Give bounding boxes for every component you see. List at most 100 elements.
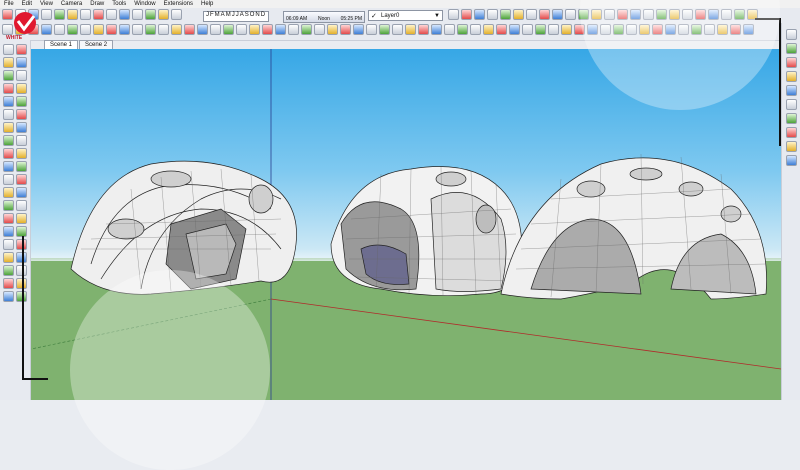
left-tool-icon[interactable]: [16, 83, 27, 94]
toolbar-tool-icon[interactable]: [80, 9, 91, 20]
toolbar-tool-icon[interactable]: [327, 24, 338, 35]
left-tool-icon[interactable]: [16, 148, 27, 159]
left-tool-icon[interactable]: [16, 96, 27, 107]
menu-item-tools[interactable]: Tools: [112, 0, 126, 8]
toolbar-tool-icon[interactable]: [444, 24, 455, 35]
toolbar-tool-icon[interactable]: [132, 9, 143, 20]
toolbar-tool-icon[interactable]: [106, 9, 117, 20]
left-tool-icon[interactable]: [3, 96, 14, 107]
menu-item-window[interactable]: Window: [134, 0, 155, 8]
left-tool-icon[interactable]: [3, 161, 14, 172]
toolbar-tool-icon[interactable]: [457, 24, 468, 35]
toolbar-tool-icon[interactable]: [80, 24, 91, 35]
left-tool-icon[interactable]: [3, 148, 14, 159]
toolbar-tool-icon[interactable]: [552, 9, 563, 20]
toolbar-tool-icon[interactable]: [93, 24, 104, 35]
right-tool-icon[interactable]: [786, 29, 797, 40]
toolbar-tool-icon[interactable]: [500, 9, 511, 20]
toolbar-tool-icon[interactable]: [526, 9, 537, 20]
toolbar-tool-icon[interactable]: [353, 24, 364, 35]
toolbar-tool-icon[interactable]: [448, 9, 459, 20]
toolbar-tool-icon[interactable]: [119, 9, 130, 20]
toolbar-tool-icon[interactable]: [67, 9, 78, 20]
toolbar-tool-icon[interactable]: [93, 9, 104, 20]
left-tool-icon[interactable]: [16, 200, 27, 211]
left-tool-icon[interactable]: [3, 213, 14, 224]
toolbar-tool-icon[interactable]: [474, 9, 485, 20]
left-tool-icon[interactable]: [16, 161, 27, 172]
toolbar-tool-icon[interactable]: [535, 24, 546, 35]
toolbar-tool-icon[interactable]: [54, 24, 65, 35]
toolbar-tool-icon[interactable]: [565, 9, 576, 20]
left-tool-icon[interactable]: [3, 226, 14, 237]
toolbar-tool-icon[interactable]: [561, 24, 572, 35]
left-tool-icon[interactable]: [3, 200, 14, 211]
toolbar-tool-icon[interactable]: [145, 24, 156, 35]
left-tool-icon[interactable]: [3, 291, 14, 302]
left-tool-icon[interactable]: [16, 122, 27, 133]
toolbar-tool-icon[interactable]: [461, 9, 472, 20]
toolbar-tool-icon[interactable]: [509, 24, 520, 35]
toolbar-tool-icon[interactable]: [314, 24, 325, 35]
right-tool-icon[interactable]: [786, 71, 797, 82]
menu-item-camera[interactable]: Camera: [61, 0, 82, 8]
toolbar-tool-icon[interactable]: [67, 24, 78, 35]
left-tool-icon[interactable]: [3, 122, 14, 133]
left-tool-icon[interactable]: [3, 278, 14, 289]
toolbar-tool-icon[interactable]: [379, 24, 390, 35]
toolbar-tool-icon[interactable]: [539, 9, 550, 20]
toolbar-tool-icon[interactable]: [548, 24, 559, 35]
toolbar-tool-icon[interactable]: [522, 24, 533, 35]
left-tool-icon[interactable]: [3, 57, 14, 68]
month-11[interactable]: D: [261, 12, 266, 21]
toolbar-tool-icon[interactable]: [418, 24, 429, 35]
toolbar-tool-icon[interactable]: [487, 9, 498, 20]
toolbar-tool-icon[interactable]: [145, 9, 156, 20]
menu-item-help[interactable]: Help: [201, 0, 213, 8]
left-tool-icon[interactable]: [16, 213, 27, 224]
toolbar-tool-icon[interactable]: [288, 24, 299, 35]
right-tool-icon[interactable]: [786, 99, 797, 110]
toolbar-tool-icon[interactable]: [210, 24, 221, 35]
left-tool-icon[interactable]: [16, 57, 27, 68]
left-tool-icon[interactable]: [3, 109, 14, 120]
toolbar-tool-icon[interactable]: [158, 9, 169, 20]
left-tool-icon[interactable]: [16, 70, 27, 81]
toolbar-tool-icon[interactable]: [392, 24, 403, 35]
toolbar-tool-icon[interactable]: [223, 24, 234, 35]
shadow-month-selector[interactable]: JFMAMJJASOND: [203, 11, 270, 22]
right-tool-icon[interactable]: [786, 57, 797, 68]
toolbar-tool-icon[interactable]: [301, 24, 312, 35]
left-tool-icon[interactable]: [3, 70, 14, 81]
toolbar-tool-icon[interactable]: [470, 24, 481, 35]
right-tool-icon[interactable]: [786, 127, 797, 138]
toolbar-tool-icon[interactable]: [54, 9, 65, 20]
toolbar-tool-icon[interactable]: [405, 24, 416, 35]
left-tool-icon[interactable]: [3, 265, 14, 276]
toolbar-tool-icon[interactable]: [513, 9, 524, 20]
left-tool-icon[interactable]: [3, 83, 14, 94]
layer-dropdown[interactable]: ✓ Layer0 ▼: [368, 10, 443, 21]
right-tool-icon[interactable]: [786, 43, 797, 54]
left-tool-icon[interactable]: [16, 187, 27, 198]
menu-item-extensions[interactable]: Extensions: [164, 0, 193, 8]
toolbar-tool-icon[interactable]: [275, 24, 286, 35]
toolbar-tool-icon[interactable]: [197, 24, 208, 35]
toolbar-tool-icon[interactable]: [236, 24, 247, 35]
toolbar-tool-icon[interactable]: [106, 24, 117, 35]
right-tool-icon[interactable]: [786, 141, 797, 152]
left-tool-icon[interactable]: [3, 187, 14, 198]
toolbar-tool-icon[interactable]: [496, 24, 507, 35]
left-tool-icon[interactable]: [16, 109, 27, 120]
toolbar-tool-icon[interactable]: [483, 24, 494, 35]
left-tool-icon[interactable]: [3, 174, 14, 185]
right-tool-icon[interactable]: [786, 113, 797, 124]
toolbar-tool-icon[interactable]: [431, 24, 442, 35]
right-tool-icon[interactable]: [786, 155, 797, 166]
tab-scene-2[interactable]: Scene 2: [79, 40, 114, 49]
left-tool-icon[interactable]: [3, 239, 14, 250]
toolbar-tool-icon[interactable]: [132, 24, 143, 35]
toolbar-tool-icon[interactable]: [171, 9, 182, 20]
left-tool-icon[interactable]: [3, 252, 14, 263]
toolbar-tool-icon[interactable]: [158, 24, 169, 35]
